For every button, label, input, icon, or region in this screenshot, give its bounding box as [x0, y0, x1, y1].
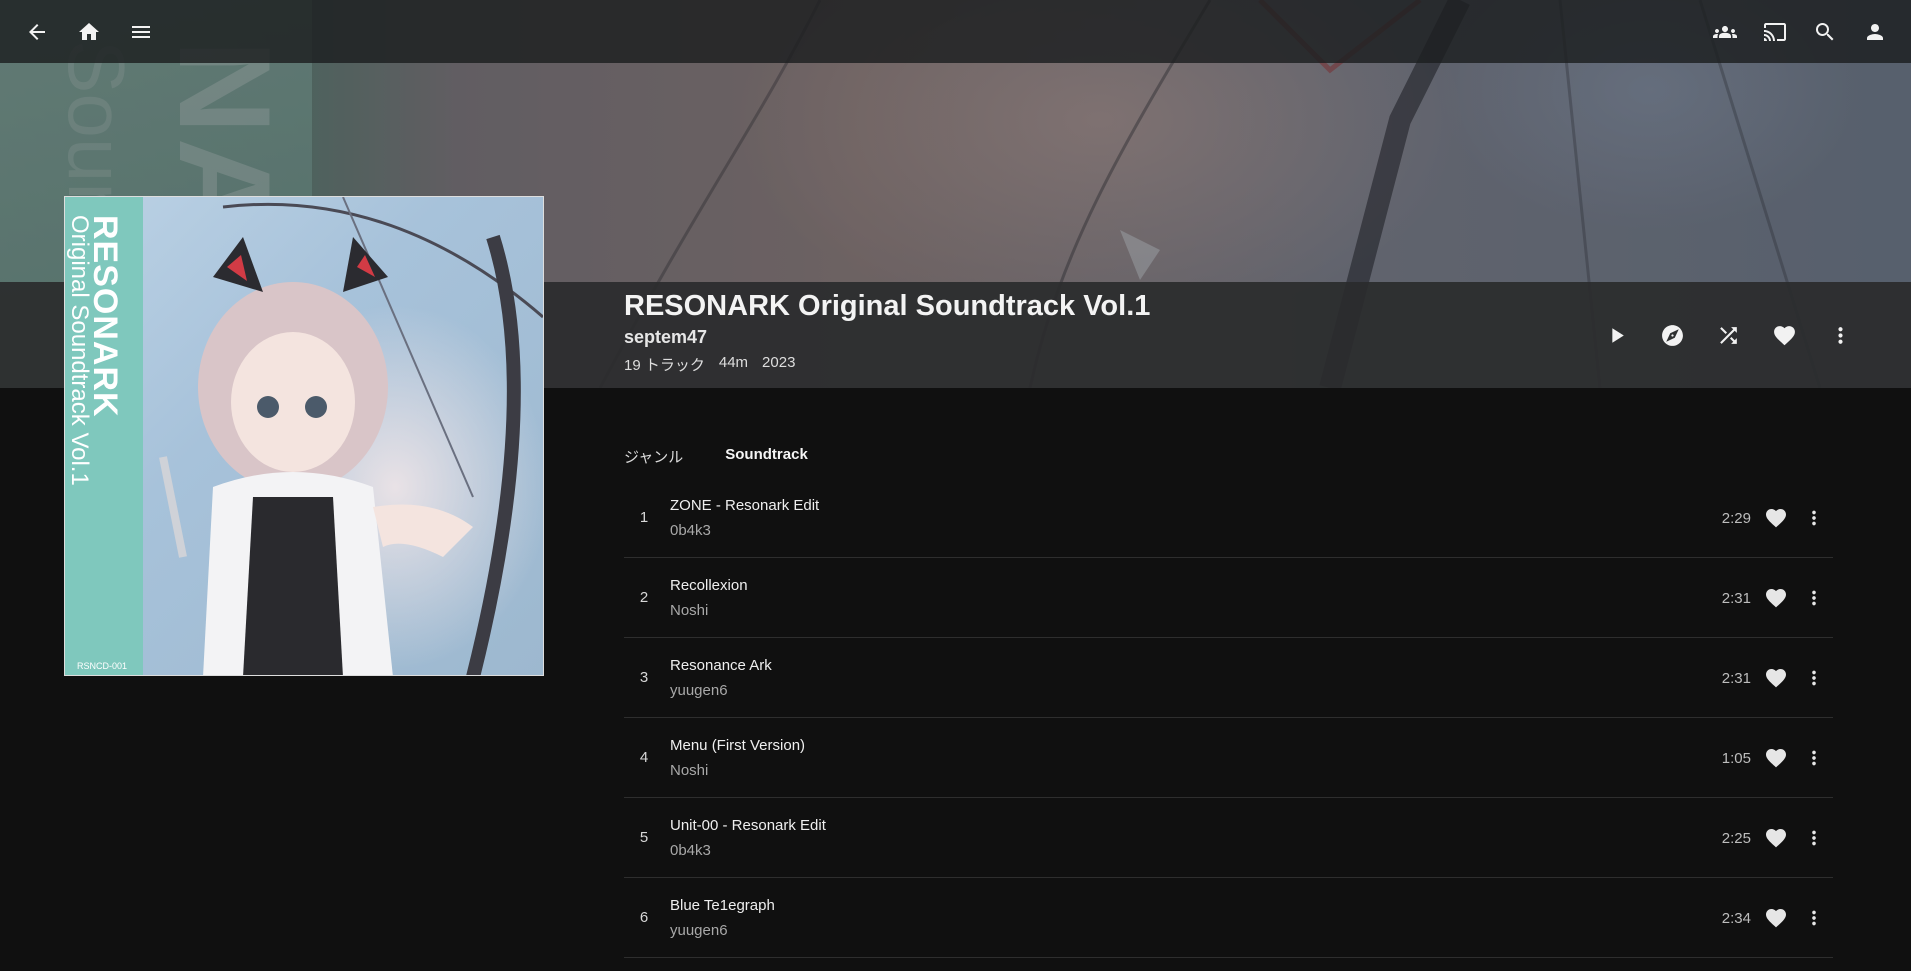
track-row[interactable]: 4 Menu (First Version) Noshi 1:05	[624, 718, 1833, 798]
track-row[interactable]: 6 Blue Te1egraph yuugen6 2:34	[624, 878, 1833, 958]
more-vert-icon[interactable]	[1795, 499, 1833, 537]
arrow-left-icon[interactable]	[18, 13, 56, 51]
track-title[interactable]: Recollexion	[670, 577, 748, 594]
shuffle-icon[interactable]	[1709, 316, 1747, 354]
track-artist[interactable]: yuugen6	[670, 682, 772, 699]
track-title[interactable]: Blue Te1egraph	[670, 897, 775, 914]
more-vert-icon[interactable]	[1795, 739, 1833, 777]
track-number: 5	[639, 829, 649, 846]
heart-icon[interactable]	[1757, 819, 1795, 857]
album-track-count: 19 トラック	[624, 357, 705, 374]
heart-icon[interactable]	[1757, 499, 1795, 537]
track-number: 6	[639, 909, 649, 926]
album-cover-image: RESONARK Original Soundtrack Vol.1 RSNCD…	[64, 196, 544, 676]
genre-label: ジャンル	[624, 449, 684, 466]
track-title[interactable]: ZONE - Resonark Edit	[670, 497, 819, 514]
track-duration: 2:34	[1721, 909, 1751, 927]
genre-chip[interactable]: Soundtrack	[725, 446, 808, 467]
track-row[interactable]: 3 Resonance Ark yuugen6 2:31	[624, 638, 1833, 718]
genre-row: ジャンル Soundtrack	[624, 446, 808, 467]
track-list: 1 ZONE - Resonark Edit 0b4k3 2:29 2 Reco…	[624, 478, 1833, 958]
more-vert-icon[interactable]	[1795, 819, 1833, 857]
track-duration: 2:31	[1721, 589, 1751, 607]
cover-illustration	[159, 197, 543, 675]
track-title[interactable]: Resonance Ark	[670, 657, 772, 674]
track-artist[interactable]: 0b4k3	[670, 842, 826, 859]
compass-icon[interactable]	[1653, 316, 1691, 354]
track-number: 3	[639, 669, 649, 686]
group-icon[interactable]	[1707, 13, 1743, 51]
more-vert-icon[interactable]	[1795, 899, 1833, 937]
heart-icon[interactable]	[1765, 316, 1803, 354]
track-artist[interactable]: Noshi	[670, 602, 748, 619]
track-number: 4	[639, 749, 649, 766]
more-vert-icon[interactable]	[1795, 659, 1833, 697]
more-vert-icon[interactable]	[1821, 316, 1859, 354]
track-number: 1	[639, 509, 649, 526]
track-number: 2	[639, 589, 649, 606]
play-icon[interactable]	[1597, 316, 1635, 354]
heart-icon[interactable]	[1757, 899, 1795, 937]
track-row[interactable]: 5 Unit-00 - Resonark Edit 0b4k3 2:25	[624, 798, 1833, 878]
heart-icon[interactable]	[1757, 659, 1795, 697]
track-duration: 2:31	[1721, 669, 1751, 687]
album-meta: 19 トラック 44m 2023	[624, 354, 1150, 375]
track-title[interactable]: Menu (First Version)	[670, 737, 805, 754]
track-artist[interactable]: yuugen6	[670, 922, 775, 939]
album-year: 2023	[762, 354, 796, 371]
track-artist[interactable]: Noshi	[670, 762, 805, 779]
search-icon[interactable]	[1807, 13, 1843, 51]
album-duration: 44m	[718, 354, 749, 371]
track-artist[interactable]: 0b4k3	[670, 522, 819, 539]
cover-catalog-code: RSNCD-001	[77, 661, 128, 671]
track-title[interactable]: Unit-00 - Resonark Edit	[670, 817, 826, 834]
account-icon[interactable]	[1857, 13, 1893, 51]
album-header-actions	[1597, 316, 1859, 354]
album-title: RESONARK Original Soundtrack Vol.1	[624, 290, 1151, 322]
track-duration: 1:05	[1721, 749, 1751, 767]
more-vert-icon[interactable]	[1795, 579, 1833, 617]
heart-icon[interactable]	[1757, 739, 1795, 777]
album-artist-link[interactable]: septem47	[624, 327, 1150, 348]
track-duration: 2:25	[1721, 829, 1751, 847]
hamburger-menu-icon[interactable]	[122, 13, 160, 51]
home-icon[interactable]	[70, 13, 108, 51]
top-app-bar	[0, 0, 1911, 63]
heart-icon[interactable]	[1757, 579, 1795, 617]
track-row[interactable]: 1 ZONE - Resonark Edit 0b4k3 2:29	[624, 478, 1833, 558]
track-duration: 2:29	[1721, 509, 1751, 527]
cast-icon[interactable]	[1757, 13, 1793, 51]
album-info: RESONARK Original Soundtrack Vol.1 septe…	[624, 288, 1150, 375]
cover-subtitle-text: Original Soundtrack Vol.1	[66, 215, 93, 486]
cover-side-strip: RESONARK Original Soundtrack Vol.1 RSNCD…	[65, 197, 143, 675]
track-row[interactable]: 2 Recollexion Noshi 2:31	[624, 558, 1833, 638]
